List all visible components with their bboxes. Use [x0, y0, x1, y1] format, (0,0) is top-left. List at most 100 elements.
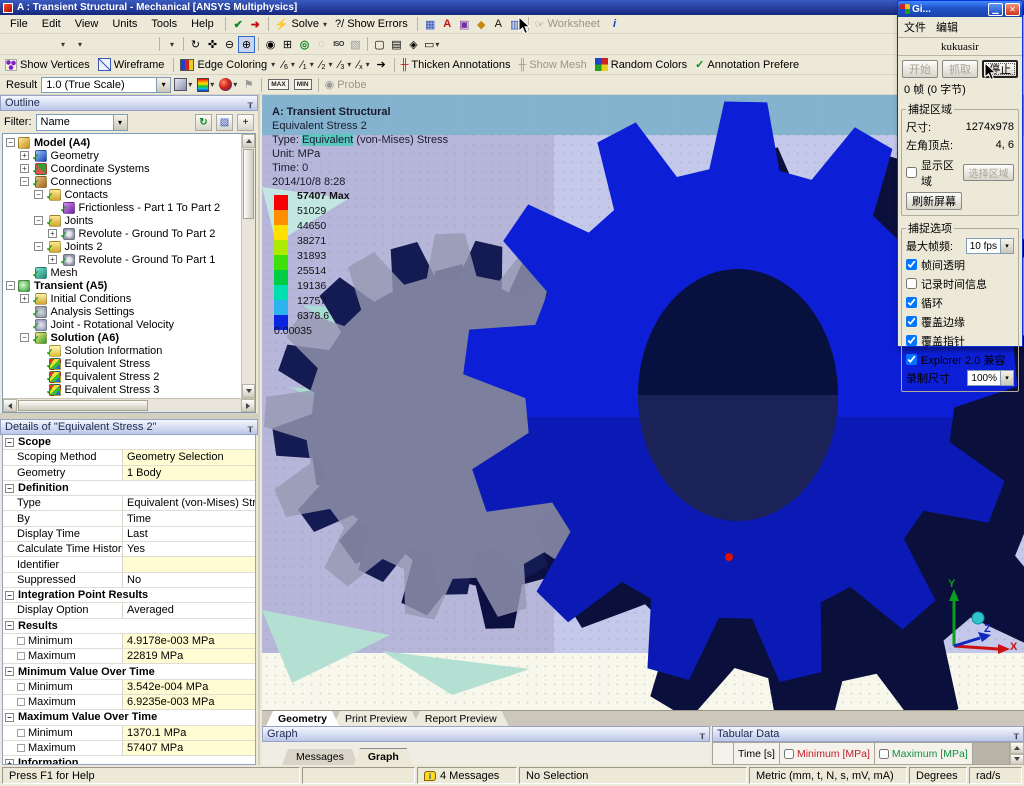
- zoom-out-icon[interactable]: ⊖: [221, 36, 238, 53]
- option-checkbox-row[interactable]: 覆盖指针: [906, 331, 1014, 350]
- max-column-checkbox[interactable]: [879, 749, 889, 759]
- tree-item[interactable]: ✓ Joint - Rotational Velocity: [3, 318, 241, 331]
- tree-item[interactable]: − ✓ Joints: [3, 214, 241, 227]
- tree-expander[interactable]: −: [34, 190, 43, 199]
- tree-expander[interactable]: +: [48, 229, 57, 238]
- tabular-max-column[interactable]: Maximum [MPa]: [875, 742, 973, 765]
- details-section[interactable]: − Scope: [3, 435, 255, 449]
- tree-item[interactable]: − ✓ Contacts: [3, 188, 241, 201]
- contour-display-button[interactable]: ▾: [195, 76, 216, 93]
- status-units[interactable]: Metric (mm, t, N, s, mV, mA): [749, 767, 907, 784]
- option-checkbox-row[interactable]: Explorer 2.0 兼容: [906, 350, 1014, 369]
- scroll-down-button[interactable]: [1010, 754, 1024, 766]
- wireframe-button[interactable]: Wireframe: [96, 56, 170, 73]
- status-messages[interactable]: i 4 Messages: [417, 767, 517, 784]
- option-checkbox-row[interactable]: 覆盖边缘: [906, 312, 1014, 331]
- property-value[interactable]: 6.9235e-003 MPa: [123, 695, 255, 709]
- close-button[interactable]: ✕: [1005, 3, 1020, 16]
- select-bodies-icon[interactable]: [139, 36, 156, 53]
- result-checkbox[interactable]: [17, 698, 25, 706]
- grab-button[interactable]: 抓取: [942, 60, 978, 78]
- tree-item[interactable]: ✓ Analysis Settings: [3, 305, 241, 318]
- alert-icon[interactable]: ◆: [473, 16, 490, 33]
- property-value[interactable]: Last: [123, 527, 255, 541]
- select-edges-icon[interactable]: [105, 36, 122, 53]
- info-button[interactable]: i: [606, 16, 623, 33]
- result-checkbox[interactable]: [17, 652, 25, 660]
- menu-item[interactable]: Units: [105, 16, 144, 32]
- edge-style-button[interactable]: ∕6 ▾: [278, 56, 297, 73]
- property-value[interactable]: 4.9178e-003 MPa: [123, 634, 255, 648]
- recorder-title-bar[interactable]: Gi... ▁ ✕: [898, 1, 1022, 17]
- window-layout-icon[interactable]: ▭ ▾: [422, 36, 441, 53]
- tree-item[interactable]: + ✓ Initial Conditions: [3, 292, 241, 305]
- zoom-in-icon[interactable]: ⊕: [238, 36, 255, 53]
- details-section[interactable]: − Integration Point Results: [3, 588, 255, 602]
- pointer-flag-icon[interactable]: [3, 36, 20, 53]
- details-row[interactable]: Type Equivalent (von-Mises) Stress: [3, 496, 255, 511]
- option-checkbox[interactable]: [906, 316, 917, 327]
- property-value[interactable]: Geometry Selection: [123, 450, 255, 464]
- graph-tab[interactable]: Messages: [282, 749, 358, 765]
- geometry-color-button[interactable]: ▾: [217, 76, 239, 93]
- result-scale-combo[interactable]: 1.0 (True Scale) ▾: [41, 77, 171, 93]
- expand-all-button[interactable]: +: [237, 114, 254, 131]
- tree-horizontal-scrollbar[interactable]: [3, 398, 255, 412]
- geometry-select-icon[interactable]: ▾: [54, 36, 71, 53]
- flag-button[interactable]: ⚑: [240, 76, 257, 93]
- graph-tab[interactable]: Graph: [354, 748, 413, 765]
- recorder-window[interactable]: Gi... ▁ ✕ 文件编辑 kukuasir 开始 抓取 停止 0 帧 (0 …: [897, 0, 1023, 347]
- pointer-dim-icon[interactable]: [20, 36, 37, 53]
- tree-item[interactable]: + ✓ Revolute - Ground To Part 2: [3, 227, 241, 240]
- pin-icon[interactable]: ┰: [248, 98, 253, 109]
- zoom-previous-icon[interactable]: ◌: [313, 36, 330, 53]
- image-capture-icon[interactable]: ▣: [456, 16, 473, 33]
- pan-icon[interactable]: ✜: [204, 36, 221, 53]
- box-zoom-icon[interactable]: ⊞: [279, 36, 296, 53]
- tree-expander[interactable]: +: [20, 294, 29, 303]
- tree-item[interactable]: ✓ Frictionless - Part 1 To Part 2: [3, 201, 241, 214]
- probe-button[interactable]: ◉ Probe: [323, 76, 372, 93]
- tree-vertical-scrollbar[interactable]: [241, 134, 255, 398]
- details-row[interactable]: Maximum 6.9235e-003 MPa: [3, 695, 255, 710]
- details-row[interactable]: Minimum 3.542e-004 MPa: [3, 680, 255, 695]
- property-value[interactable]: Yes: [123, 542, 255, 556]
- details-row[interactable]: − Definition: [3, 481, 255, 496]
- worksheet-button[interactable]: ☞ Worksheet: [533, 16, 605, 33]
- menu-item[interactable]: Edit: [35, 16, 68, 32]
- details-row[interactable]: − Integration Point Results: [3, 588, 255, 603]
- tree-expander[interactable]: −: [34, 216, 43, 225]
- tree-item[interactable]: − ✓ Solution (A6): [3, 331, 241, 344]
- scroll-up-button[interactable]: [242, 134, 255, 148]
- scroll-left-button[interactable]: [3, 399, 17, 412]
- minimize-button[interactable]: ▁: [988, 3, 1003, 16]
- tree-expander[interactable]: −: [6, 281, 15, 290]
- tree-item[interactable]: ✓ Solution Information: [3, 344, 241, 357]
- ruler-icon[interactable]: ▤: [388, 36, 405, 53]
- section-expander[interactable]: −: [5, 667, 14, 676]
- triad-y-label[interactable]: Y: [948, 578, 955, 590]
- details-row[interactable]: − Scope: [3, 435, 255, 450]
- tabular-time-column[interactable]: Time [s]: [734, 742, 780, 765]
- option-checkbox-row[interactable]: 帧间透明: [906, 255, 1014, 274]
- details-row[interactable]: Geometry 1 Body: [3, 466, 255, 481]
- tabular-min-column[interactable]: Minimum [MPa]: [780, 742, 875, 765]
- tree-item[interactable]: ✓ Mesh: [3, 266, 241, 279]
- details-row[interactable]: Scoping Method Geometry Selection: [3, 450, 255, 465]
- scrollbar-thumb[interactable]: [18, 400, 148, 411]
- tree-expander[interactable]: +: [20, 151, 29, 160]
- option-checkbox[interactable]: [906, 354, 917, 365]
- section-expander[interactable]: −: [5, 484, 14, 493]
- details-row[interactable]: Minimum 1370.1 MPa: [3, 726, 255, 741]
- details-row[interactable]: Maximum 22819 MPa: [3, 649, 255, 664]
- property-value[interactable]: 1 Body: [123, 466, 255, 480]
- property-value[interactable]: [123, 557, 255, 571]
- view-cube-icon[interactable]: ▾: [163, 36, 180, 53]
- viewports-icon[interactable]: ▢: [371, 36, 388, 53]
- scroll-right-button[interactable]: [241, 399, 255, 412]
- option-checkbox[interactable]: [906, 259, 917, 270]
- result-checkbox[interactable]: [17, 729, 25, 737]
- coordinate-pick-icon[interactable]: [37, 36, 54, 53]
- property-value[interactable]: No: [123, 573, 255, 587]
- option-checkbox[interactable]: [906, 335, 917, 346]
